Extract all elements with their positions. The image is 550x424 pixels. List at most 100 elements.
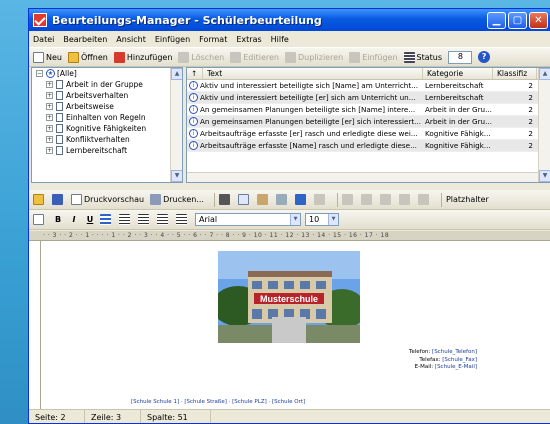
table-row[interactable]: i An gemeinsamen Planungen beteiligte sic…: [187, 104, 550, 116]
merge-button[interactable]: [417, 194, 431, 205]
tree-item[interactable]: + Arbeit in der Gruppe: [32, 79, 182, 90]
delete-button[interactable]: Löschen: [178, 51, 224, 63]
folder-doc-icon: [56, 146, 63, 155]
copy-button[interactable]: [237, 194, 251, 205]
table-row[interactable]: i Aktiv und interessiert beteiligte [er] …: [187, 92, 550, 104]
status-button[interactable]: Status: [403, 51, 442, 63]
insert-row-button[interactable]: [360, 194, 374, 205]
collapse-icon[interactable]: −: [36, 70, 43, 77]
tree-item[interactable]: + Konfliktverhalten: [32, 134, 182, 145]
phrase-icon: i: [189, 93, 198, 103]
category-tree[interactable]: − ★ [Alle] + Arbeit in der Gruppe + Arbeitsv…: [31, 67, 183, 183]
bold-button[interactable]: B: [52, 214, 64, 226]
expand-icon[interactable]: +: [46, 81, 53, 88]
redo-button[interactable]: [313, 194, 327, 205]
expand-icon[interactable]: +: [46, 114, 53, 121]
menu-datei[interactable]: Datei: [33, 35, 54, 44]
font-size-select[interactable]: 10 ▼: [305, 213, 339, 226]
expand-icon[interactable]: +: [46, 147, 53, 154]
tree-item[interactable]: + Einhalten von Regeln: [32, 112, 182, 123]
tree-item[interactable]: + Arbeitsweise: [32, 101, 182, 112]
menu-extras[interactable]: Extras: [236, 35, 261, 44]
cut-button[interactable]: [218, 194, 232, 205]
italic-button[interactable]: I: [68, 214, 80, 226]
justify-button[interactable]: [176, 214, 189, 225]
expand-icon[interactable]: +: [46, 92, 53, 99]
close-button[interactable]: ✕: [529, 11, 548, 29]
tree-scrollbar[interactable]: ▲ ▼: [170, 68, 182, 182]
expand-icon[interactable]: +: [46, 136, 53, 143]
menu-hilfe[interactable]: Hilfe: [271, 35, 289, 44]
menu-bearbeiten[interactable]: Bearbeiten: [63, 35, 107, 44]
table-row[interactable]: i An gemeinsamen Planungen beteiligte [er…: [187, 116, 550, 128]
tree-item[interactable]: + Lernbereitschaft: [32, 145, 182, 156]
window-controls: ▁ ▢ ✕: [487, 11, 548, 29]
table-row[interactable]: i Arbeitsaufträge erfasste [Name] rasch u…: [187, 140, 550, 152]
insert-button[interactable]: Einfügen: [349, 51, 398, 63]
tree-item[interactable]: + Arbeitsverhalten: [32, 90, 182, 101]
scroll-up-icon[interactable]: ▲: [171, 68, 182, 80]
duplicate-button[interactable]: Duplizieren: [285, 51, 343, 63]
expand-icon[interactable]: +: [46, 103, 53, 110]
column-header-text[interactable]: Text: [203, 68, 423, 79]
insert-icon: [349, 51, 361, 63]
folder-doc-icon: [56, 91, 63, 100]
edit-button[interactable]: Editieren: [230, 51, 279, 63]
expand-icon[interactable]: +: [46, 125, 53, 132]
format-toolbar: B I U Arial ▼ 10 ▼: [29, 210, 550, 230]
table-row[interactable]: i Aktiv und interessiert beteiligte sich …: [187, 80, 550, 92]
list-icon: [403, 51, 415, 63]
document-area[interactable]: Musterschule Telefon: [Schule_Telefon] T…: [41, 241, 550, 409]
open-button[interactable]: Öffnen: [67, 51, 108, 63]
align-right-button[interactable]: [157, 214, 170, 225]
insert-column-icon: [379, 194, 391, 205]
menu-format[interactable]: Format: [199, 35, 227, 44]
undo-button[interactable]: [294, 194, 308, 205]
tree-root[interactable]: − ★ [Alle]: [32, 68, 182, 79]
document-page[interactable]: Musterschule Telefon: [Schule_Telefon] T…: [41, 241, 550, 409]
bullet-list-button[interactable]: [100, 214, 113, 225]
folder-doc-icon: [56, 124, 63, 133]
placeholder-button[interactable]: Platzhalter: [446, 195, 489, 204]
chevron-down-icon[interactable]: ▼: [290, 214, 300, 225]
maximize-button[interactable]: ▢: [508, 11, 527, 29]
table-button[interactable]: [341, 194, 355, 205]
title-bar[interactable]: Beurteilungs-Manager - Schülerbeurteilun…: [29, 9, 550, 31]
scroll-down-icon[interactable]: ▼: [539, 170, 550, 182]
menu-einfuegen[interactable]: Einfügen: [155, 35, 190, 44]
chevron-down-icon[interactable]: ▼: [328, 214, 338, 225]
print-button[interactable]: Drucken...: [150, 194, 204, 205]
horizontal-ruler[interactable]: · · 3 · · 2 · · 1 · · · · 1 · · 2 · · 3 …: [29, 231, 550, 241]
status-page: Seite: 2: [29, 410, 85, 423]
column-header-classification[interactable]: Klassifiz: [493, 68, 537, 79]
underline-button[interactable]: U: [84, 214, 96, 226]
sort-arrow-icon[interactable]: ↑: [187, 68, 203, 79]
new-button[interactable]: Neu: [33, 51, 62, 63]
insert-column-button[interactable]: [379, 194, 393, 205]
folder-icon: [33, 194, 44, 205]
open-doc-button[interactable]: [33, 194, 46, 205]
tree-item[interactable]: + Kognitive Fähigkeiten: [32, 123, 182, 134]
save-button[interactable]: [52, 194, 65, 205]
help-icon[interactable]: ?: [478, 51, 491, 63]
minimize-button[interactable]: ▁: [487, 11, 506, 29]
table-icon: [341, 194, 353, 205]
scroll-down-icon[interactable]: ▼: [171, 170, 182, 182]
find-button[interactable]: [275, 194, 289, 205]
scroll-up-icon[interactable]: ▲: [539, 68, 550, 80]
table-vertical-scrollbar[interactable]: ▲ ▼: [538, 68, 550, 182]
column-header-category[interactable]: Kategorie: [423, 68, 493, 79]
table-horizontal-scrollbar[interactable]: [187, 172, 538, 182]
add-button[interactable]: Hinzufügen: [113, 51, 172, 63]
align-center-button[interactable]: [138, 214, 151, 225]
split-button[interactable]: [398, 194, 412, 205]
table-row[interactable]: i Arbeitsaufträge erfasste [er] rasch und…: [187, 128, 550, 140]
print-preview-button[interactable]: Druckvorschau: [71, 194, 144, 205]
menu-ansicht[interactable]: Ansicht: [116, 35, 146, 44]
paste-button[interactable]: [256, 194, 270, 205]
status-stepper[interactable]: 8: [448, 50, 473, 64]
align-left-icon: [119, 214, 130, 225]
font-select[interactable]: Arial ▼: [195, 213, 301, 226]
new-text-button[interactable]: [33, 214, 46, 225]
align-left-button[interactable]: [119, 214, 132, 225]
